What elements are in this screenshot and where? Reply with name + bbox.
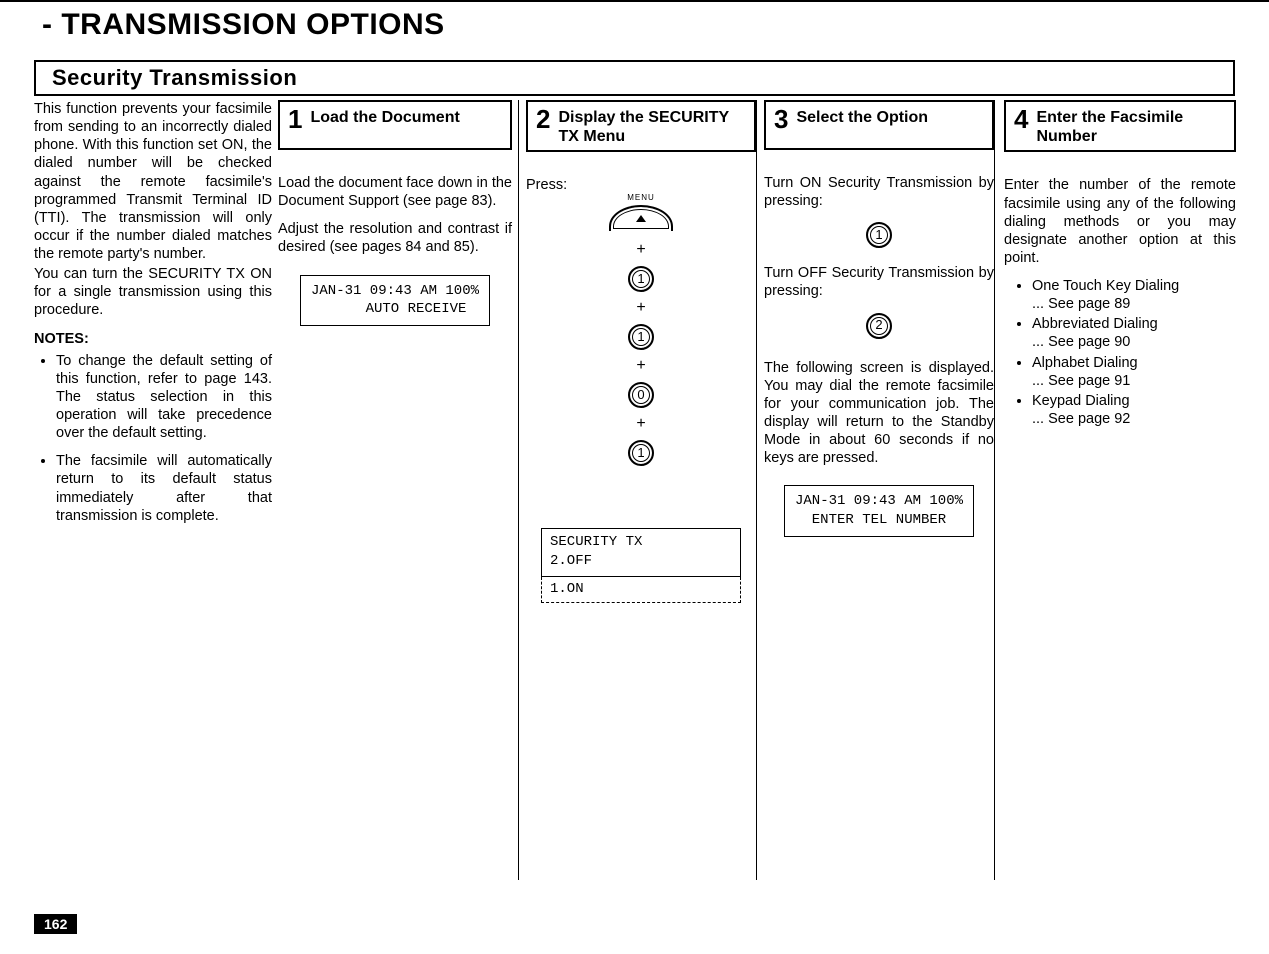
on-key-icon: 1 (866, 222, 892, 248)
security-tx-display: SECURITY TX 2.OFF 1.ON (541, 528, 741, 604)
menu-arc-icon (609, 205, 673, 231)
separator-2 (756, 100, 757, 880)
dial-method-3: Alphabet Dialing ... See page 91 (1032, 354, 1236, 390)
dial-method-4-ref: ... See page 92 (1032, 410, 1236, 428)
plus-icon: + (526, 240, 756, 260)
off-key-icon: 2 (866, 313, 892, 339)
dial-method-2-ref: ... See page 90 (1032, 333, 1236, 351)
dial-method-2: Abbreviated Dialing ... See page 90 (1032, 315, 1236, 351)
step-1-column: 1 Load the Document Load the document fa… (278, 100, 512, 900)
step-4-body: Enter the number of the remote facsimile… (1004, 176, 1236, 428)
separator-1 (518, 100, 519, 880)
security-tx-row2: 1.ON (541, 577, 741, 604)
key-sequence: MENU + 1 + 1 + 0 + 1 (526, 205, 756, 468)
step-3-column: 3 Select the Option Turn ON Security Tra… (764, 100, 994, 900)
step-1-body: Load the document face down in the Docum… (278, 174, 512, 334)
plus-icon: + (526, 356, 756, 376)
dial-method-4-name: Keypad Dialing (1032, 393, 1130, 409)
step-1-header: 1 Load the Document (278, 100, 512, 150)
separator-3 (994, 100, 995, 880)
content-area: This function prevents your facsimile fr… (34, 100, 1235, 900)
step-2-body: Press: MENU + 1 + 1 + 0 + 1 (526, 176, 756, 603)
intro-para-2: You can turn the SECURITY TX ON for a si… (34, 265, 272, 319)
step-3-body: Turn ON Security Transmission by pressin… (764, 174, 994, 545)
security-tx-row1: SECURITY TX 2.OFF (541, 528, 741, 577)
notes-list: To change the default setting of this fu… (56, 352, 272, 525)
note-1: To change the default setting of this fu… (56, 352, 272, 443)
up-triangle-icon (636, 215, 646, 222)
dial-method-2-name: Abbreviated Dialing (1032, 316, 1158, 332)
step-4-text: Enter the number of the remote facsimile… (1004, 176, 1236, 267)
step-1-text-1: Load the document face down in the Docum… (278, 174, 512, 210)
step-4-title: Enter the Facsimile Number (1036, 106, 1226, 146)
step-3-off-text: Turn OFF Security Transmission by pressi… (764, 264, 994, 300)
intro-para-1: This function prevents your facsimile fr… (34, 100, 272, 263)
step-3-after-text: The following screen is displayed. You m… (764, 359, 994, 468)
menu-key-icon: MENU (609, 205, 673, 231)
dialing-methods-list: One Touch Key Dialing ... See page 89 Ab… (1032, 277, 1236, 428)
menu-key-label: MENU (609, 193, 673, 203)
step-1-text-2: Adjust the resolution and contrast if de… (278, 220, 512, 256)
step-1-lcd: JAN-31 09:43 AM 100% AUTO RECEIVE (300, 275, 490, 327)
step-3-header: 3 Select the Option (764, 100, 994, 150)
step-4-column: 4 Enter the Facsimile Number Enter the n… (1004, 100, 1236, 900)
step-1-number: 1 (288, 106, 302, 132)
chapter-title: - TRANSMISSION OPTIONS (0, 2, 1269, 52)
step-4-number: 4 (1014, 106, 1028, 132)
note-2: The facsimile will automatically return … (56, 452, 272, 525)
round-key-1b: 1 (628, 324, 654, 350)
dial-method-3-ref: ... See page 91 (1032, 372, 1236, 390)
step-1-title: Load the Document (310, 106, 459, 127)
step-3-lcd: JAN-31 09:43 AM 100% ENTER TEL NUMBER (784, 485, 974, 537)
round-key-0: 0 (628, 382, 654, 408)
step-4-header: 4 Enter the Facsimile Number (1004, 100, 1236, 152)
plus-icon: + (526, 414, 756, 434)
plus-icon: + (526, 298, 756, 318)
round-key-1c: 1 (628, 440, 654, 466)
page-number: 162 (34, 914, 77, 934)
dial-method-1-ref: ... See page 89 (1032, 295, 1236, 313)
step-2-header: 2 Display the SECURITY TX Menu (526, 100, 756, 152)
intro-column: This function prevents your facsimile fr… (34, 100, 272, 900)
step-2-column: 2 Display the SECURITY TX Menu Press: ME… (526, 100, 756, 900)
step-2-number: 2 (536, 106, 550, 132)
dial-method-3-name: Alphabet Dialing (1032, 355, 1138, 371)
round-key-1a: 1 (628, 266, 654, 292)
section-header-box: Security Transmission (34, 60, 1235, 96)
dial-method-1: One Touch Key Dialing ... See page 89 (1032, 277, 1236, 313)
step-2-title: Display the SECURITY TX Menu (558, 106, 746, 146)
step-3-title: Select the Option (796, 106, 928, 127)
step-3-number: 3 (774, 106, 788, 132)
dial-method-4: Keypad Dialing ... See page 92 (1032, 392, 1236, 428)
notes-heading: NOTES: (34, 330, 272, 348)
step-3-on-text: Turn ON Security Transmission by pressin… (764, 174, 994, 210)
dial-method-1-name: One Touch Key Dialing (1032, 278, 1179, 294)
section-title: Security Transmission (52, 65, 297, 90)
